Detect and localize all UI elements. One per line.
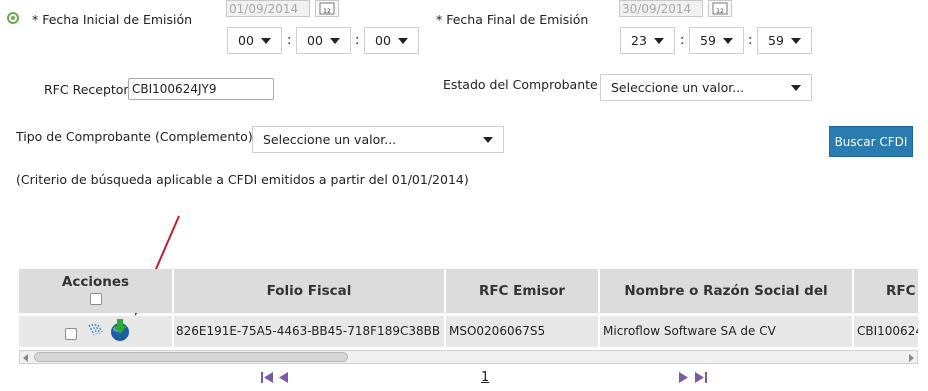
buscar-cfdi-button[interactable]: Buscar CFDI	[829, 126, 913, 157]
search-criteria-note: (Criterio de búsqueda aplicable a CFDI e…	[16, 172, 469, 187]
previous-page-icon[interactable]	[277, 371, 289, 384]
time-separator: :	[355, 33, 360, 48]
fecha-final-second-select[interactable]: 59	[757, 27, 812, 54]
radio-dot	[11, 16, 15, 20]
select-all-checkbox[interactable]	[90, 293, 102, 305]
radio-fecha-emision[interactable]	[7, 12, 19, 24]
view-detail-icon[interactable]	[87, 322, 105, 338]
estado-label: Estado del Comprobante	[443, 77, 598, 92]
cell-rfc-receptor: CBI100624	[857, 324, 918, 338]
row-divider	[598, 316, 600, 347]
fecha-final-input[interactable]: 30/09/2014	[619, 0, 703, 17]
tipo-label: Tipo de Comprobante (Complemento)	[16, 129, 253, 144]
fecha-final-hour-select[interactable]: 23	[620, 27, 675, 54]
calendar-icon[interactable]: 12	[708, 0, 732, 17]
header-rfc-receptor: RFC R	[854, 269, 918, 313]
time-separator: :	[680, 33, 685, 48]
current-page-link[interactable]: 1	[481, 370, 489, 385]
last-page-icon[interactable]	[694, 371, 708, 384]
cell-nombre-emisor: Microflow Software SA de CV	[603, 324, 776, 338]
scroll-left-arrow[interactable]	[23, 354, 28, 362]
row-divider	[852, 316, 854, 347]
header-rfc-emisor: RFC Emisor	[446, 269, 600, 313]
estado-select[interactable]: Seleccione un valor...	[600, 74, 812, 101]
horizontal-scrollbar[interactable]	[19, 350, 918, 364]
tipo-select[interactable]: Seleccione un valor...	[252, 126, 504, 153]
fecha-final-minute-select[interactable]: 59	[689, 27, 744, 54]
scrollbar-thumb[interactable]	[34, 352, 348, 362]
time-separator: :	[748, 33, 753, 48]
next-page-icon[interactable]	[678, 371, 690, 384]
row-divider	[444, 316, 446, 347]
cell-rfc-emisor: MSO0206067S5	[449, 324, 546, 338]
svg-text:12: 12	[323, 8, 331, 15]
fecha-inicial-input[interactable]: 01/09/2014	[226, 0, 310, 17]
svg-text:12: 12	[716, 8, 724, 15]
rfc-receptor-label: RFC Receptor	[44, 82, 129, 97]
fecha-inicial-hour-select[interactable]: 00	[227, 27, 282, 54]
download-icon[interactable]	[109, 318, 131, 342]
row-divider	[172, 316, 174, 347]
header-rfc-receptor-label: RFC R	[886, 283, 918, 299]
row-checkbox[interactable]	[65, 328, 77, 340]
header-folio-fiscal: Folio Fiscal	[174, 269, 446, 313]
header-nombre-emisor: Nombre o Razón Social del Emisor	[600, 269, 854, 343]
rfc-receptor-input[interactable]: CBI100624JY9	[128, 78, 274, 100]
fecha-inicial-second-select[interactable]: 00	[364, 27, 419, 54]
fecha-final-label: * Fecha Final de Emisión	[436, 12, 589, 27]
fecha-inicial-label: * Fecha Inicial de Emisión	[32, 12, 193, 27]
time-separator: :	[287, 33, 292, 48]
header-acciones: Acciones	[19, 269, 174, 313]
cell-folio-fiscal: 826E191E-75A5-4463-BB45-718F189C38BB	[176, 324, 441, 338]
first-page-icon[interactable]	[260, 371, 274, 384]
scroll-right-arrow[interactable]	[909, 354, 914, 362]
header-acciones-label: Acciones	[61, 274, 130, 290]
fecha-inicial-minute-select[interactable]: 00	[296, 27, 351, 54]
calendar-icon[interactable]: 12	[315, 0, 339, 17]
